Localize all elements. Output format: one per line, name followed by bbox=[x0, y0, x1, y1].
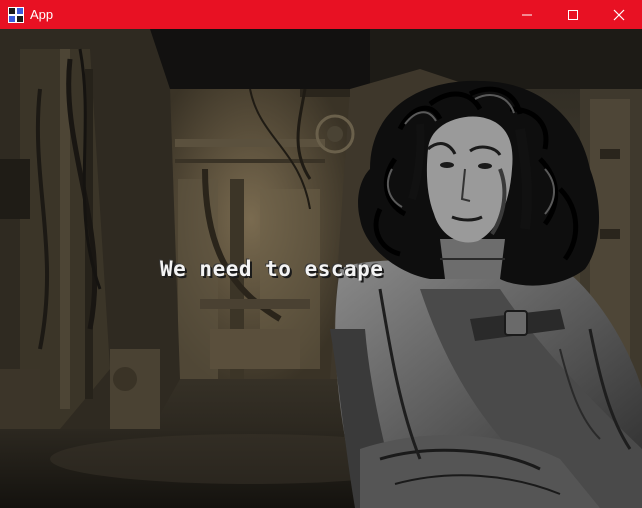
minimize-icon bbox=[522, 14, 532, 15]
app-window: App We need to escape bbox=[0, 0, 642, 508]
minimize-button[interactable] bbox=[504, 0, 550, 29]
window-title: App bbox=[30, 7, 54, 22]
close-button[interactable] bbox=[596, 0, 642, 29]
title-bar[interactable]: App bbox=[0, 0, 642, 29]
maximize-button[interactable] bbox=[550, 0, 596, 29]
dialogue-text: We need to escape bbox=[160, 257, 384, 281]
game-viewport[interactable]: We need to escape bbox=[0, 29, 642, 508]
maximize-icon bbox=[568, 9, 578, 20]
close-icon bbox=[613, 9, 625, 20]
app-icon bbox=[8, 6, 24, 23]
